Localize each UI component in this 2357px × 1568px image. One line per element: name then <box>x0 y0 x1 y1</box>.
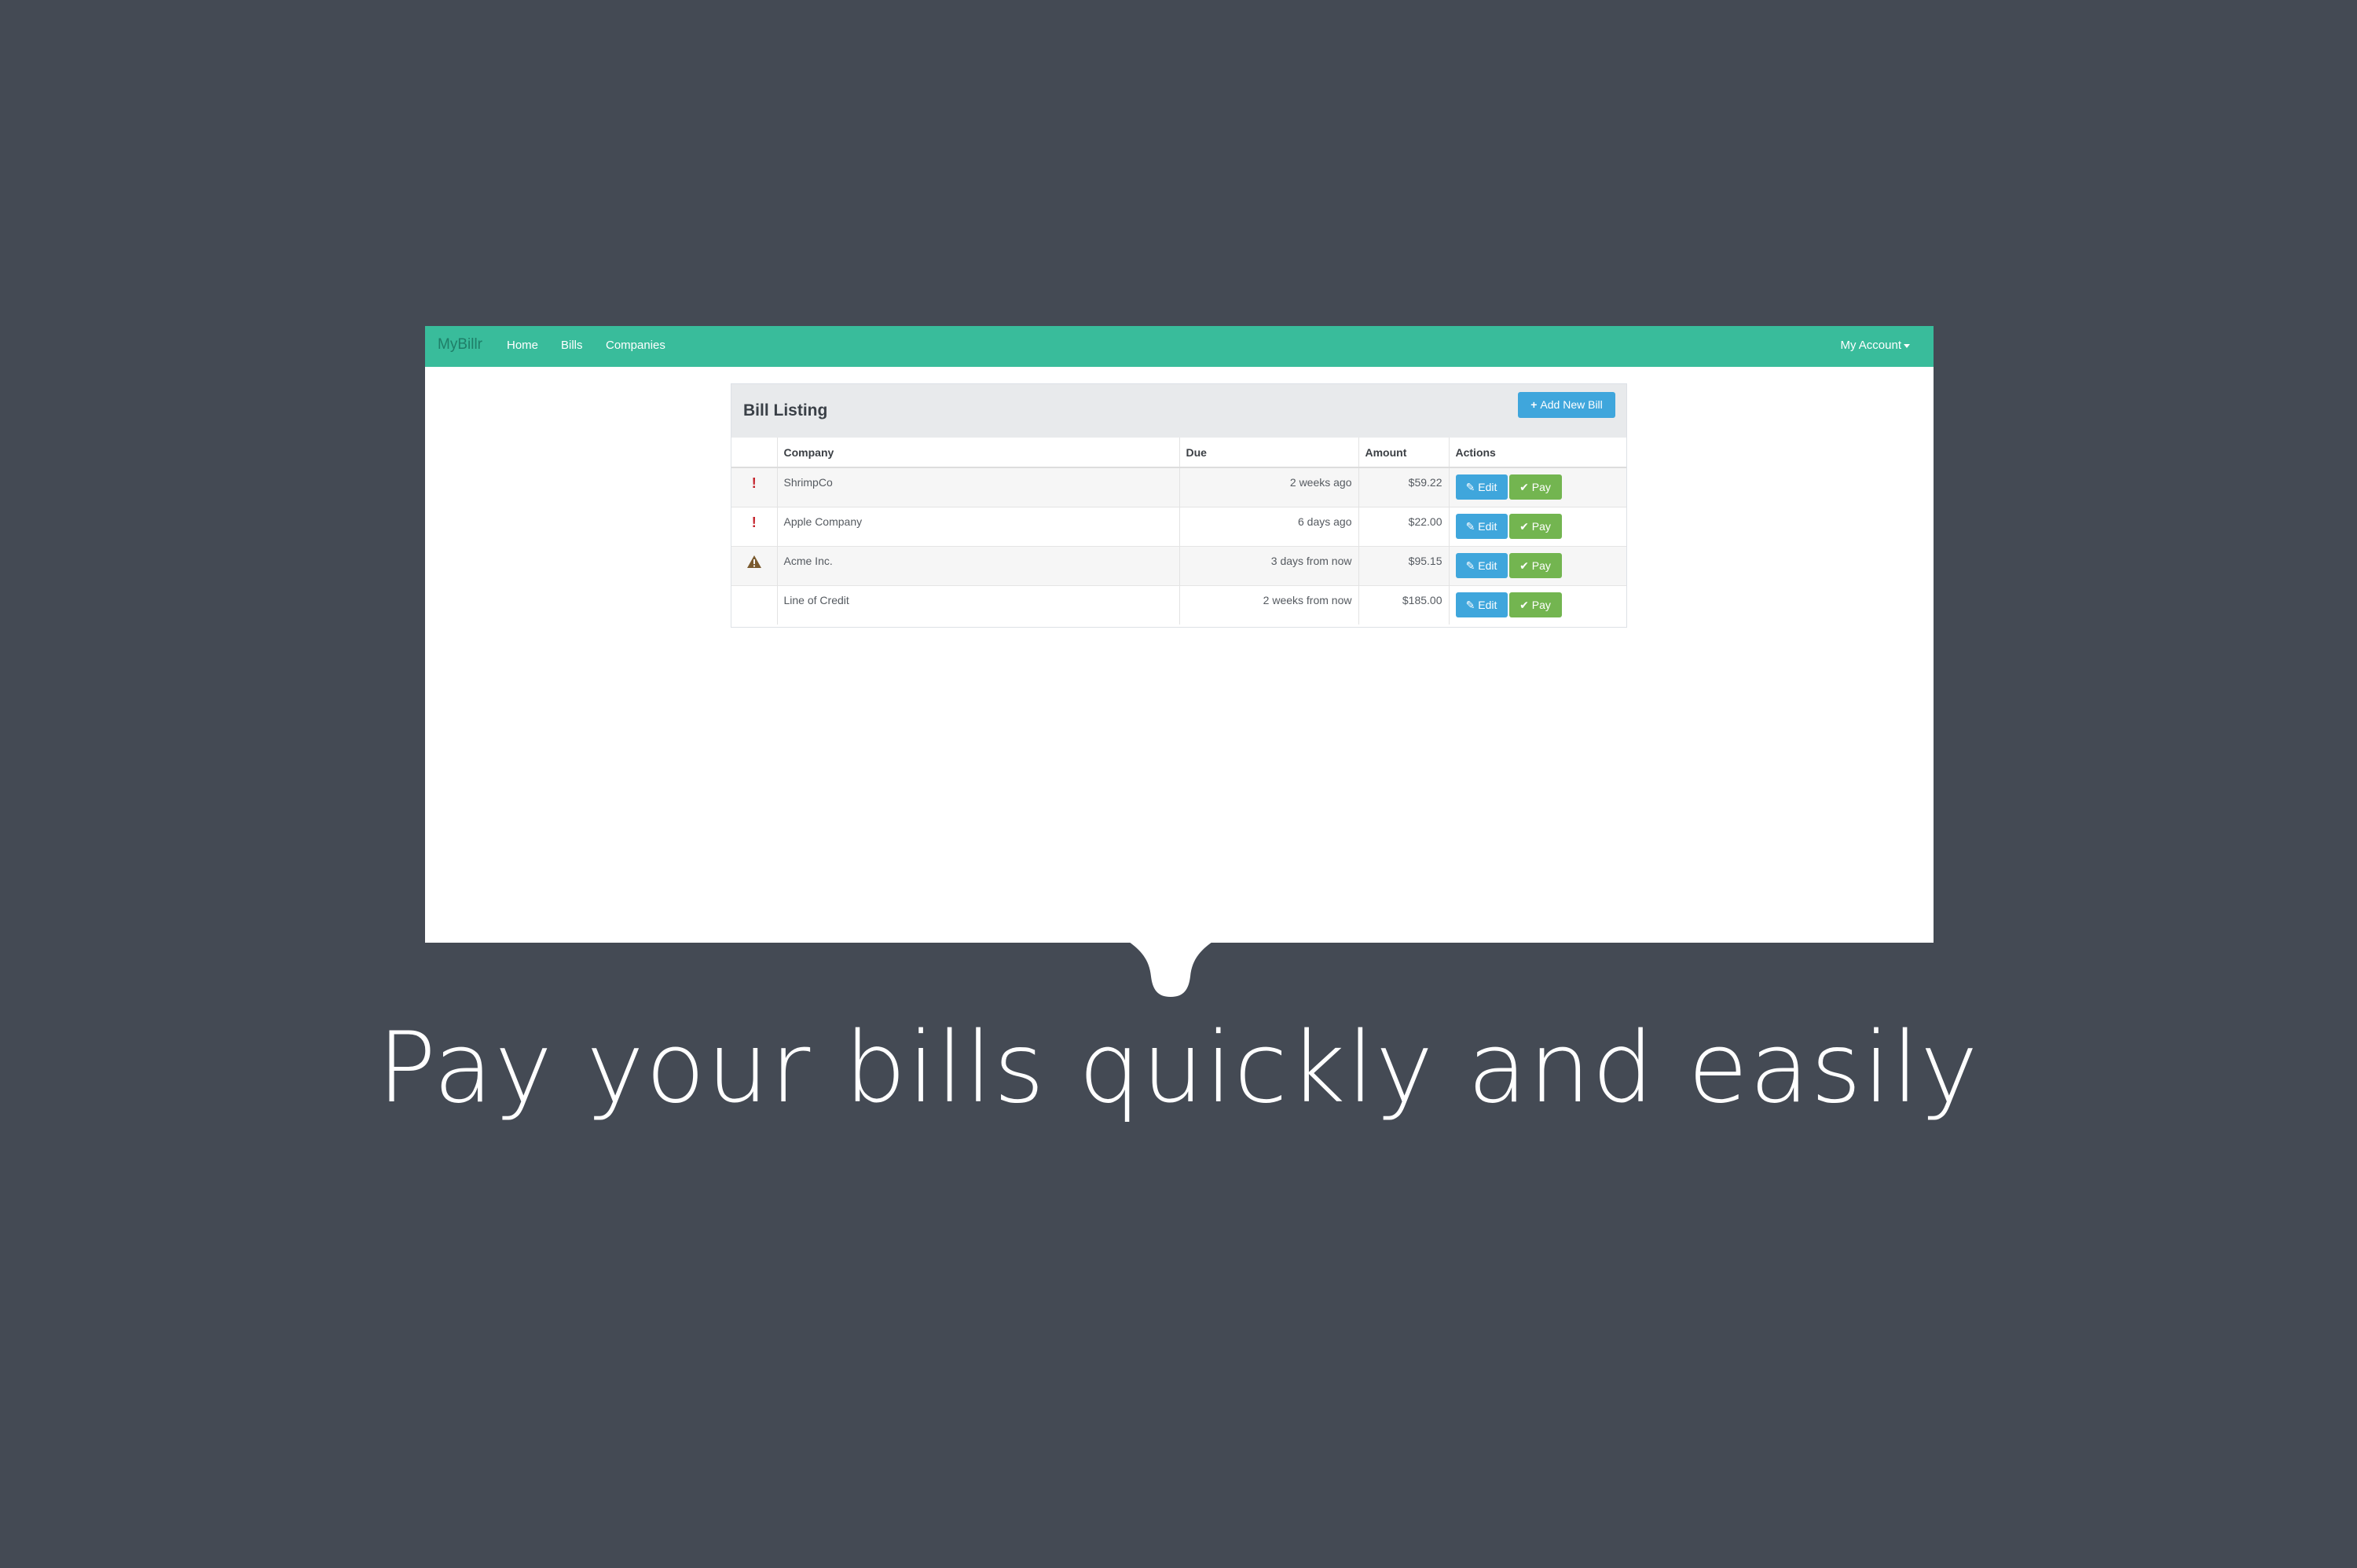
pay-label: Pay <box>1531 481 1551 493</box>
panel-heading: Bill Listing + Add New Bill <box>731 384 1626 438</box>
edit-label: Edit <box>1478 481 1497 493</box>
pay-label: Pay <box>1531 519 1551 533</box>
navbar: MyBillr Home Bills Companies My Account <box>425 326 1934 367</box>
pencil-icon: ✎ <box>1465 481 1475 493</box>
plus-icon: + <box>1530 398 1538 411</box>
pencil-icon: ✎ <box>1465 559 1475 572</box>
amount-cell: $185.00 <box>1358 584 1449 625</box>
edit-label: Edit <box>1478 598 1497 611</box>
check-icon: ✔ <box>1519 481 1529 493</box>
my-account-label: My Account <box>1840 339 1901 352</box>
due-cell: 2 weeks from now <box>1178 584 1358 625</box>
due-cell: 2 weeks ago <box>1178 467 1358 507</box>
pay-button[interactable]: ✔ Pay <box>1508 552 1562 578</box>
slide-background: { "navbar": { "brand": "MyBillr", "links… <box>0 0 2357 1568</box>
actions-cell: ✎ Edit ✔ Pay <box>1448 545 1626 585</box>
amount-cell: $59.22 <box>1358 467 1449 507</box>
company-cell: Apple Company <box>776 506 1179 546</box>
header-actions: Actions <box>1448 438 1626 468</box>
header-due[interactable]: Due <box>1178 438 1358 468</box>
table-row: Line of Credit 2 weeks from now $185.00 … <box>731 584 1626 625</box>
amount-cell: $22.00 <box>1358 506 1449 546</box>
nav-companies[interactable]: Companies <box>606 339 665 352</box>
table-header-row: Company Due Amount Actions <box>731 438 1626 468</box>
caret-down-icon <box>1904 343 1910 348</box>
status-cell <box>731 584 777 625</box>
check-icon: ✔ <box>1519 559 1529 572</box>
edit-button[interactable]: ✎ Edit <box>1455 513 1508 539</box>
app-screenshot: MyBillr Home Bills Companies My Account … <box>425 326 1934 943</box>
header-amount[interactable]: Amount <box>1358 438 1449 468</box>
table-row: ! Apple Company 6 days ago $22.00 ✎ Edit ✔… <box>731 506 1626 546</box>
edit-label: Edit <box>1478 559 1497 572</box>
exclamation-icon: ! <box>751 475 757 491</box>
status-cell: ! <box>731 506 777 546</box>
check-icon: ✔ <box>1519 519 1529 533</box>
pay-button[interactable]: ✔ Pay <box>1508 513 1562 539</box>
actions-cell: ✎ Edit ✔ Pay <box>1448 584 1626 625</box>
pencil-icon: ✎ <box>1465 519 1475 533</box>
nav-home[interactable]: Home <box>507 339 538 352</box>
company-cell: Line of Credit <box>776 584 1179 625</box>
edit-label: Edit <box>1478 519 1497 533</box>
amount-cell: $95.15 <box>1358 545 1449 585</box>
check-icon: ✔ <box>1519 598 1529 611</box>
header-company[interactable]: Company <box>776 438 1179 468</box>
edit-button[interactable]: ✎ Edit <box>1455 592 1508 617</box>
bills-table: Company Due Amount Actions ! ShrimpCo 2 … <box>731 438 1626 625</box>
actions-cell: ✎ Edit ✔ Pay <box>1448 467 1626 507</box>
due-cell: 6 days ago <box>1178 506 1358 546</box>
warning-icon <box>746 555 761 568</box>
my-account-dropdown[interactable]: My Account <box>1840 339 1910 352</box>
add-new-bill-label: Add New Bill <box>1540 398 1603 411</box>
bill-listing-panel: Bill Listing + Add New Bill Company Due A… <box>731 383 1627 628</box>
status-cell: ! <box>731 467 777 507</box>
brand-logo[interactable]: MyBillr <box>438 336 482 354</box>
add-new-bill-button[interactable]: + Add New Bill <box>1518 392 1615 418</box>
due-cell: 3 days from now <box>1178 545 1358 585</box>
panel-title: Bill Listing <box>743 401 828 419</box>
header-status <box>731 438 777 468</box>
pay-button[interactable]: ✔ Pay <box>1508 474 1562 500</box>
exclamation-icon: ! <box>751 514 757 530</box>
company-cell: Acme Inc. <box>776 545 1179 585</box>
pay-button[interactable]: ✔ Pay <box>1508 592 1562 617</box>
company-cell: ShrimpCo <box>776 467 1179 507</box>
edit-button[interactable]: ✎ Edit <box>1455 474 1508 500</box>
nav-bills[interactable]: Bills <box>561 339 583 352</box>
speech-pointer-shape <box>1129 942 1212 997</box>
table-row: Acme Inc. 3 days from now $95.15 ✎ Edit ✔ P… <box>731 545 1626 585</box>
edit-button[interactable]: ✎ Edit <box>1455 552 1508 578</box>
pencil-icon: ✎ <box>1465 598 1475 611</box>
tagline-heading: Pay your bills quickly and easily <box>377 1012 1980 1125</box>
actions-cell: ✎ Edit ✔ Pay <box>1448 506 1626 546</box>
pay-label: Pay <box>1531 598 1551 611</box>
status-cell <box>731 545 777 585</box>
table-row: ! ShrimpCo 2 weeks ago $59.22 ✎ Edit ✔ Pay <box>731 467 1626 507</box>
pay-label: Pay <box>1531 559 1551 572</box>
